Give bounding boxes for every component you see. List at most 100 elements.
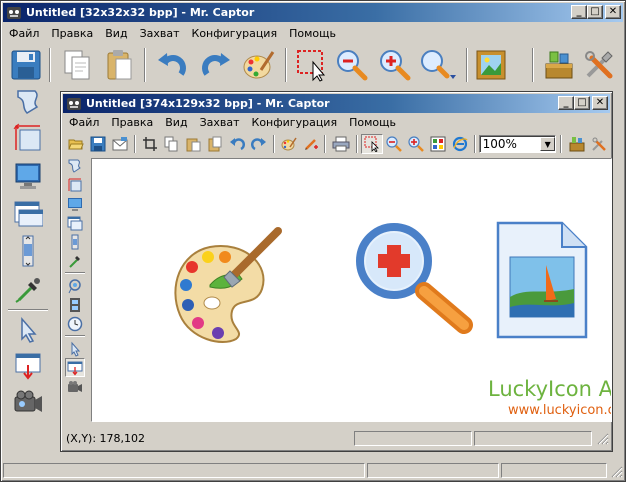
copy-icon bbox=[64, 50, 90, 80]
doc-crop-button[interactable] bbox=[139, 136, 161, 152]
doc-paste-new-button[interactable] bbox=[204, 136, 226, 152]
doc-cursor-button[interactable] bbox=[67, 339, 83, 358]
close-button[interactable]: ✕ bbox=[605, 5, 621, 19]
doc-zoom-in-button[interactable] bbox=[405, 136, 427, 152]
menu-file[interactable]: Файл bbox=[3, 27, 45, 40]
palette-icon bbox=[281, 137, 297, 151]
menu-configuration[interactable]: Конфигурация bbox=[186, 27, 284, 40]
monitor-icon bbox=[15, 163, 41, 189]
doc-settings-button[interactable] bbox=[588, 136, 610, 152]
menu-capture[interactable]: Захват bbox=[134, 27, 186, 40]
palette-icon bbox=[243, 51, 274, 79]
doc-undo-button[interactable] bbox=[226, 136, 248, 152]
freehand-region-icon bbox=[68, 159, 81, 173]
doc-plugins-button[interactable] bbox=[566, 136, 588, 152]
redo-button[interactable] bbox=[194, 48, 238, 82]
zoom-out-button[interactable] bbox=[331, 48, 373, 82]
paint-button[interactable] bbox=[238, 48, 278, 82]
scroll-capture-button[interactable] bbox=[13, 231, 43, 271]
email-icon bbox=[112, 137, 128, 151]
image-canvas[interactable]: LuckyIcon Art www.luckyicon.com bbox=[91, 158, 612, 422]
picture-frame-icon bbox=[476, 50, 506, 80]
document-toolbar: 100% ▼ bbox=[65, 133, 610, 155]
camcorder-icon bbox=[14, 390, 42, 412]
doc-menu-help[interactable]: Помощь bbox=[343, 116, 402, 129]
doc-maximize-button[interactable]: □ bbox=[574, 96, 590, 110]
doc-paint-button[interactable] bbox=[278, 136, 300, 152]
chevron-down-icon[interactable]: ▼ bbox=[540, 137, 556, 151]
doc-menu-capture-button[interactable] bbox=[65, 358, 85, 377]
desktop-capture-button[interactable] bbox=[13, 157, 43, 195]
doc-scroll-capture-button[interactable] bbox=[67, 232, 83, 251]
doc-web-button[interactable] bbox=[449, 136, 471, 152]
window-capture-button[interactable] bbox=[13, 195, 43, 231]
document-capture-sidebar bbox=[64, 156, 86, 396]
cursor-capture-button[interactable] bbox=[13, 313, 43, 347]
doc-minimize-button[interactable]: _ bbox=[558, 96, 574, 110]
scrollbar-icon bbox=[71, 234, 79, 249]
minimize-button[interactable]: _ bbox=[571, 5, 587, 19]
doc-redo-button[interactable] bbox=[248, 136, 270, 152]
palette-illustration bbox=[174, 227, 282, 343]
doc-freehand-capture-button[interactable] bbox=[67, 156, 83, 175]
doc-video-capture-button[interactable] bbox=[67, 377, 83, 396]
doc-close-button[interactable]: ✕ bbox=[592, 96, 608, 110]
doc-copy-button[interactable] bbox=[160, 136, 182, 152]
zoom-select[interactable]: 100% ▼ bbox=[478, 135, 557, 153]
lasso-capture-icon bbox=[68, 278, 81, 293]
doc-annotate-button[interactable] bbox=[300, 136, 322, 152]
main-resize-grip[interactable] bbox=[609, 464, 623, 478]
doc-save-button[interactable] bbox=[87, 136, 109, 152]
doc-color-picker-button[interactable] bbox=[67, 251, 83, 270]
color-picker-button[interactable] bbox=[13, 271, 43, 307]
doc-email-button[interactable] bbox=[109, 136, 131, 152]
document-statusbar: (X,Y): 178,102 bbox=[64, 429, 611, 447]
doc-fixed-region-button[interactable] bbox=[67, 175, 83, 194]
doc-menu-configuration[interactable]: Конфигурация bbox=[246, 116, 344, 129]
doc-window-capture-button[interactable] bbox=[67, 213, 83, 232]
doc-fit-button[interactable] bbox=[427, 136, 449, 152]
menu-view[interactable]: Вид bbox=[99, 27, 133, 40]
main-titlebar[interactable]: Untitled [32x32x32 bpp] - Mr. Captor _ □… bbox=[3, 3, 623, 22]
doc-menu-view[interactable]: Вид bbox=[159, 116, 193, 129]
scrollbar-icon bbox=[22, 235, 34, 267]
settings-button[interactable] bbox=[579, 48, 619, 82]
doc-timer-capture-button[interactable] bbox=[67, 314, 83, 333]
cursor-coords: (X,Y): 178,102 bbox=[66, 431, 146, 445]
video-capture-button[interactable] bbox=[12, 385, 44, 421]
doc-print-button[interactable] bbox=[329, 136, 353, 152]
doc-menu-capture[interactable]: Захват bbox=[194, 116, 246, 129]
doc-zoom-out-button[interactable] bbox=[383, 136, 405, 152]
zoom-in-button[interactable] bbox=[373, 48, 415, 82]
main-statusbar bbox=[3, 461, 623, 480]
save-button[interactable] bbox=[7, 48, 45, 82]
doc-desktop-capture-button[interactable] bbox=[67, 194, 83, 213]
select-button[interactable] bbox=[293, 48, 331, 82]
image-view-button[interactable] bbox=[472, 48, 510, 82]
fit-to-window-icon bbox=[430, 136, 446, 152]
fixed-region-capture-button[interactable] bbox=[13, 119, 43, 157]
undo-button[interactable] bbox=[150, 48, 194, 82]
doc-select-button[interactable] bbox=[361, 134, 384, 154]
internet-explorer-icon bbox=[452, 136, 468, 152]
freehand-capture-button[interactable] bbox=[13, 85, 43, 119]
doc-open-button[interactable] bbox=[65, 136, 87, 152]
fixed-region-icon bbox=[13, 123, 41, 151]
doc-resize-grip[interactable] bbox=[595, 431, 609, 445]
menu-edit[interactable]: Правка bbox=[45, 27, 99, 40]
camcorder-icon bbox=[68, 380, 82, 392]
doc-film-capture-button[interactable] bbox=[67, 295, 83, 314]
doc-object-capture-button[interactable] bbox=[67, 276, 83, 295]
maximize-button[interactable]: □ bbox=[587, 5, 603, 19]
zoom-menu-button[interactable] bbox=[416, 48, 462, 82]
copy-button[interactable] bbox=[55, 48, 97, 82]
doc-paste-button[interactable] bbox=[182, 136, 204, 152]
document-titlebar[interactable]: Untitled [374x129x32 bpp] - Mr. Captor _… bbox=[63, 94, 610, 113]
doc-menu-file[interactable]: Файл bbox=[63, 116, 105, 129]
paste-button[interactable] bbox=[98, 48, 140, 82]
plugins-button[interactable] bbox=[538, 48, 578, 82]
menu-help[interactable]: Помощь bbox=[283, 27, 342, 40]
delayed-capture-button[interactable] bbox=[13, 347, 43, 385]
paste-icon bbox=[186, 138, 201, 152]
doc-menu-edit[interactable]: Правка bbox=[105, 116, 159, 129]
